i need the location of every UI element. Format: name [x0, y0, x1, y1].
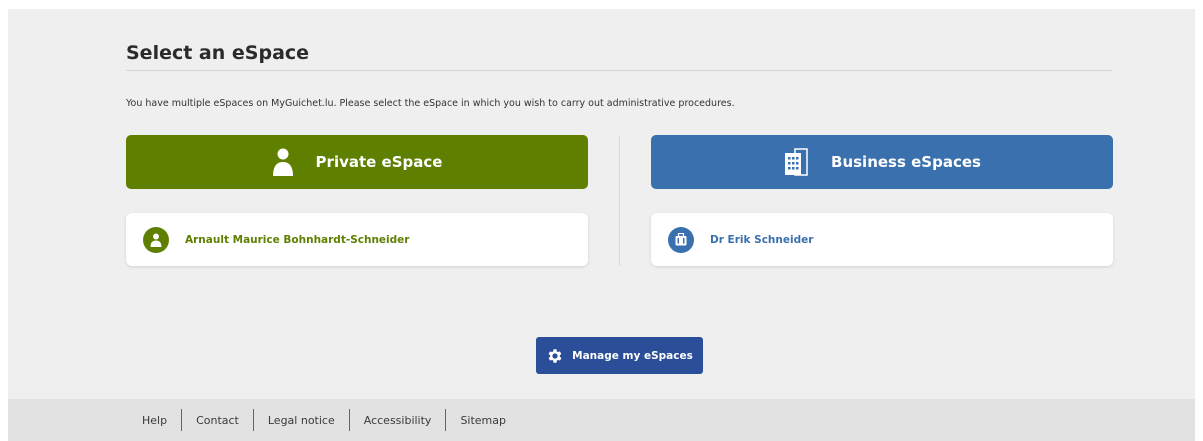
footer-link-sitemap[interactable]: Sitemap	[446, 414, 520, 427]
building-icon	[783, 148, 809, 176]
private-espace-label: Private eSpace	[315, 153, 443, 171]
gear-icon	[546, 347, 564, 365]
footer-link-legal-notice[interactable]: Legal notice	[254, 414, 349, 427]
footer: Help Contact Legal notice Accessibility …	[8, 399, 1195, 441]
page-title: Select an eSpace	[126, 42, 310, 64]
private-espace-button[interactable]: Private eSpace	[126, 135, 588, 189]
business-espaces-button[interactable]: Business eSpaces	[651, 135, 1113, 189]
intro-text: You have multiple eSpaces on MyGuichet.l…	[126, 98, 735, 109]
business-account-name: Dr Erik Schneider	[710, 233, 814, 246]
briefcase-icon	[668, 226, 694, 253]
private-account-card[interactable]: Arnault Maurice Bohnhardt-Schneider	[126, 213, 588, 266]
business-espaces-label: Business eSpaces	[831, 153, 981, 171]
footer-link-accessibility[interactable]: Accessibility	[350, 414, 446, 427]
footer-link-contact[interactable]: Contact	[182, 414, 253, 427]
column-divider	[619, 136, 620, 266]
private-account-name: Arnault Maurice Bohnhardt-Schneider	[185, 233, 410, 246]
manage-espaces-label: Manage my eSpaces	[572, 349, 693, 362]
title-divider	[126, 70, 1112, 71]
person-icon	[143, 226, 169, 253]
footer-link-help[interactable]: Help	[142, 414, 181, 427]
business-account-card[interactable]: Dr Erik Schneider	[651, 213, 1113, 266]
manage-espaces-button[interactable]: Manage my eSpaces	[536, 337, 703, 374]
person-icon	[272, 148, 294, 176]
